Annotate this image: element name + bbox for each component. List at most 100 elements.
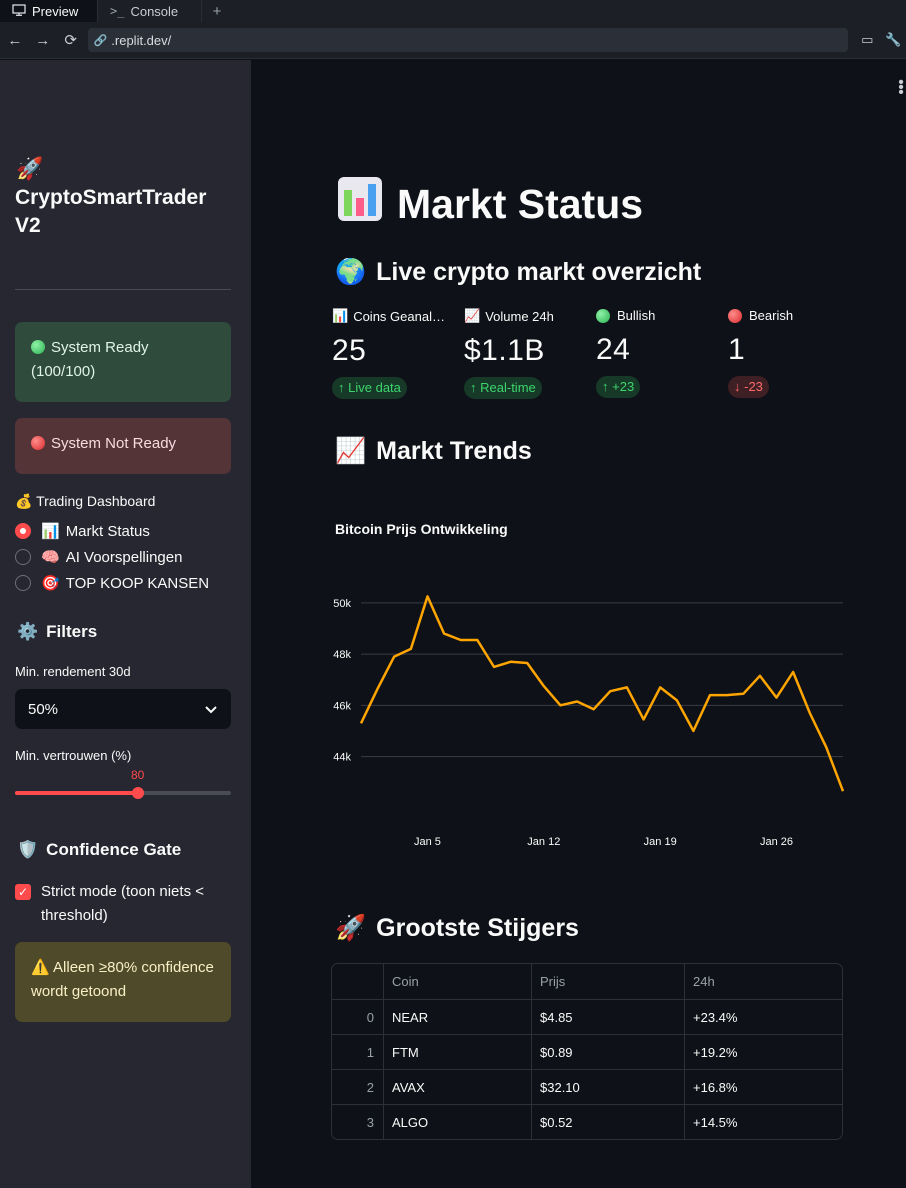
metric-volume: 📈 Volume 24h $1.1B ↑ Real-time (464, 308, 594, 399)
table-cell: $0.89 (531, 1035, 684, 1069)
slider-thumb[interactable] (132, 787, 144, 799)
overview-title: Live crypto markt overzicht (376, 258, 702, 286)
arrow-right-icon: → (35, 31, 51, 49)
strict-mode-checkbox-row[interactable]: ✓ Strict mode (toon niets < threshold) (15, 880, 231, 928)
money-bag-icon: 💰 (15, 493, 33, 509)
address-bar: ← → ⟳ 🔗 .replit.dev/ ▭ 🔧 (0, 22, 906, 59)
metric-value: $1.1B (464, 334, 545, 367)
slider-fill (15, 791, 138, 795)
url-input[interactable]: 🔗 .replit.dev/ (87, 28, 849, 52)
x-tick-label: Jan 5 (414, 836, 441, 848)
table-row[interactable]: 0 NEAR $4.85 +23.4% (332, 999, 842, 1034)
red-circle-icon (31, 436, 45, 450)
nav-radio-markt-status[interactable]: 📊 Markt Status (15, 522, 150, 540)
tab-label: Console (130, 3, 179, 19)
confidence-gate-heading: 🛡️ Confidence Gate (17, 840, 181, 860)
table-cell: $4.85 (531, 1000, 684, 1034)
filters-title: Filters (46, 622, 98, 641)
table-row[interactable]: 1 FTM $0.89 +19.2% (332, 1034, 842, 1069)
devices-icon: ▭ (861, 32, 874, 47)
strict-mode-checkbox[interactable]: ✓ (15, 884, 31, 900)
table-header-cell[interactable]: Coin (383, 964, 531, 999)
rocket-icon: 🚀 (16, 156, 44, 181)
metric-delta: ↑ +23 (596, 376, 641, 398)
trends-heading: 📈 Markt Trends (335, 437, 532, 466)
metric-delta-text: Real-time (480, 380, 536, 395)
url-text: .replit.dev/ (111, 32, 172, 48)
devtools-button[interactable]: 🔧 (880, 27, 906, 53)
y-tick-label: 48k (333, 649, 351, 661)
table-cell: +19.2% (684, 1035, 842, 1069)
forward-button[interactable]: → (30, 27, 56, 53)
nav-radio-ai-voorspellingen[interactable]: 🧠 AI Voorspellingen (15, 548, 182, 566)
x-tick-label: Jan 19 (644, 836, 677, 848)
slider-value: 80 (131, 768, 145, 782)
table-cell: 2 (366, 1079, 374, 1095)
globe-icon: 🌍 (335, 258, 367, 286)
table-cell: 0 (366, 1009, 374, 1025)
nav-radio-top-koop-kansen[interactable]: 🎯 TOP KOOP KANSEN (15, 574, 209, 592)
new-tab-button[interactable]: + (202, 0, 232, 22)
shield-icon: 🛡️ (17, 840, 39, 859)
arrow-up-icon: ↑ (602, 379, 609, 394)
system-ready-text: System Ready (100/100) (31, 339, 149, 380)
nav-section-label: 💰 Trading Dashboard (15, 493, 155, 510)
browser-tab-bar: Preview >_ Console + (0, 0, 906, 22)
table-cell: AVAX (383, 1070, 531, 1104)
table-header-cell[interactable] (332, 964, 383, 999)
warning-text: Alleen ≥80% confidence wordt getoond (31, 959, 214, 1000)
gainers-table[interactable]: Coin Prijs 24h 0 NEAR $4.85 +23.4% 1 FTM… (331, 963, 843, 1140)
back-button[interactable]: ← (2, 27, 28, 53)
arrow-up-icon: ↑ (470, 380, 477, 395)
min-return-select[interactable]: 50% (15, 689, 231, 729)
x-tick-label: Jan 26 (760, 836, 793, 848)
nav-item-label: AI Voorspellingen (65, 548, 183, 566)
devices-button[interactable]: ▭ (854, 27, 880, 53)
metric-label-text: Bearish (749, 308, 794, 323)
metric-label: Bearish (728, 308, 858, 323)
metric-label: 📈 Volume 24h (464, 308, 594, 324)
reload-button[interactable]: ⟳ (58, 27, 84, 53)
nav-section-text: Trading Dashboard (36, 493, 156, 509)
table-header-cell[interactable]: Prijs (531, 964, 684, 999)
radio-button[interactable] (15, 575, 31, 591)
main-content: • • • Markt Status 🌍 Live crypto markt over… (251, 60, 906, 1188)
table-row[interactable]: 2 AVAX $32.10 +16.8% (332, 1069, 842, 1104)
arrow-left-icon: ← (7, 31, 23, 49)
gainers-title: Grootste Stijgers (376, 914, 579, 942)
confidence-gate-title: Confidence Gate (46, 840, 182, 859)
system-ready-alert: System Ready (100/100) (15, 322, 231, 402)
metric-value: 24 (596, 333, 631, 366)
more-options-icon[interactable]: • • • (896, 75, 906, 101)
table-row[interactable]: 3 ALGO $0.52 +14.5% (332, 1104, 842, 1139)
chevron-down-icon (205, 701, 217, 718)
price-line (359, 595, 845, 792)
metric-bearish: Bearish 1 ↓ -23 (728, 308, 858, 398)
bar-chart-icon: 📊 (41, 523, 60, 540)
warning-icon: ⚠️ (31, 959, 50, 976)
x-tick-label: Jan 12 (527, 836, 560, 848)
metric-delta: ↓ -23 (728, 376, 769, 398)
metric-label: Bullish (596, 308, 726, 323)
metric-value: 1 (728, 333, 746, 366)
table-cell: 3 (366, 1114, 374, 1130)
trends-title: Markt Trends (376, 437, 532, 465)
green-circle-icon (596, 308, 610, 323)
tab-preview[interactable]: Preview (0, 0, 98, 22)
table-cell: +16.8% (684, 1070, 842, 1104)
table-header-row: Coin Prijs 24h (332, 964, 842, 999)
divider (15, 289, 231, 290)
sidebar: 🚀 CryptoSmartTrader V2 System Ready (100… (0, 60, 251, 1188)
radio-button-selected[interactable] (15, 523, 31, 539)
metric-delta-text: -23 (744, 379, 763, 394)
chart-increasing-icon: 📈 (335, 437, 367, 465)
bitcoin-price-chart[interactable]: 44k46k48k50kJan 52025Jan 12Jan 19Jan 26 (321, 580, 861, 850)
rocket-icon: 🚀 (335, 914, 367, 942)
tab-console[interactable]: >_ Console (98, 0, 202, 22)
radio-button[interactable] (15, 549, 31, 565)
table-header-cell[interactable]: 24h (684, 964, 842, 999)
green-circle-icon (31, 340, 45, 354)
y-tick-label: 50k (333, 598, 351, 610)
chart-increasing-icon: 📈 (464, 308, 481, 323)
min-return-value: 50% (28, 700, 59, 718)
